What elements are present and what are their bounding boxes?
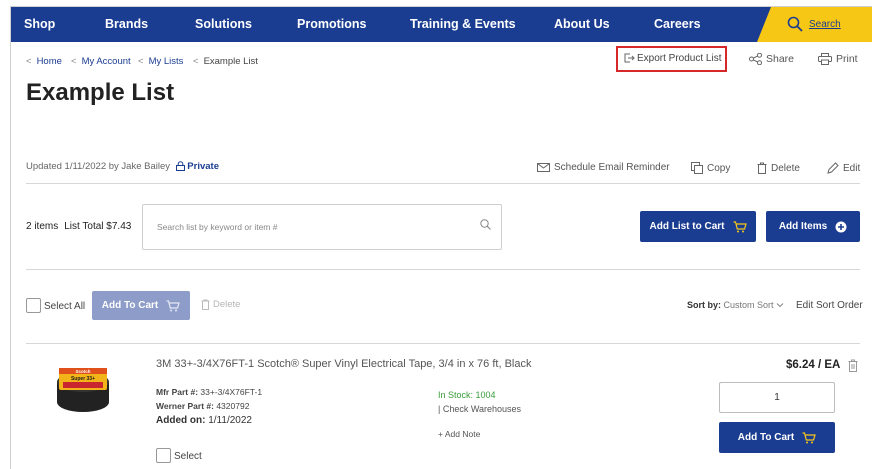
nav-careers[interactable]: Careers bbox=[654, 7, 701, 42]
plus-circle-icon bbox=[835, 221, 847, 232]
delete-label: Delete bbox=[771, 162, 800, 174]
items-count: 2 items bbox=[26, 221, 59, 232]
trash-icon bbox=[201, 299, 210, 310]
print-icon bbox=[818, 53, 832, 65]
share-label: Share bbox=[766, 53, 795, 65]
print-label: Print bbox=[836, 53, 858, 65]
product-image-brand: Scotch bbox=[75, 369, 90, 374]
print-button[interactable]: Print bbox=[818, 53, 858, 65]
mfr-part-label: Mfr Part #: bbox=[156, 387, 199, 397]
stock-status: In Stock: 1004 bbox=[438, 390, 496, 400]
added-on-date: Added on: 1/11/2022 bbox=[156, 415, 252, 426]
copy-button[interactable]: Copy bbox=[691, 162, 730, 174]
add-items-label: Add Items bbox=[778, 221, 828, 232]
share-button[interactable]: Share bbox=[749, 53, 794, 65]
werner-part-number: Werner Part #: 4320792 bbox=[156, 401, 249, 411]
privacy-label: Private bbox=[187, 161, 219, 172]
delete-selected-label: Delete bbox=[213, 299, 241, 310]
search-label: Search bbox=[809, 19, 841, 30]
select-all-label: Select All bbox=[44, 301, 86, 312]
search-icon bbox=[787, 16, 803, 32]
page-frame: Shop Brands Solutions Promotions Trainin… bbox=[10, 6, 872, 469]
search-icon[interactable] bbox=[480, 219, 491, 230]
nav-promotions[interactable]: Promotions bbox=[297, 7, 366, 42]
add-to-cart-bulk-button[interactable]: Add To Cart bbox=[92, 291, 190, 320]
werner-part-value: 4320792 bbox=[216, 401, 250, 411]
nav-training-events[interactable]: Training & Events bbox=[410, 7, 516, 42]
list-updated-info: Updated 1/11/2022 by Jake Bailey Private bbox=[26, 161, 219, 172]
edit-list-button[interactable]: Edit bbox=[827, 162, 860, 174]
list-search-box bbox=[142, 204, 502, 250]
nav-about-us[interactable]: About Us bbox=[554, 7, 610, 42]
quantity-input[interactable] bbox=[719, 382, 835, 413]
list-search-input[interactable] bbox=[143, 205, 463, 249]
top-navigation: Shop Brands Solutions Promotions Trainin… bbox=[11, 7, 872, 42]
trash-icon bbox=[757, 162, 767, 174]
nav-shop[interactable]: Shop bbox=[24, 7, 55, 42]
check-warehouses-link[interactable]: | Check Warehouses bbox=[438, 404, 521, 414]
export-product-list-button[interactable]: Export Product List bbox=[616, 46, 727, 72]
mfr-part-value: 33+-3/4X76FT-1 bbox=[200, 387, 263, 397]
divider bbox=[26, 343, 860, 344]
schedule-label: Schedule Email Reminder bbox=[554, 162, 670, 173]
divider bbox=[26, 183, 860, 184]
cart-icon bbox=[802, 431, 817, 443]
product-image-label: Super 33+ bbox=[71, 376, 95, 382]
select-item-checkbox[interactable] bbox=[156, 448, 171, 463]
select-item-label: Select bbox=[174, 451, 202, 462]
add-note-link[interactable]: + Add Note bbox=[438, 429, 480, 439]
search-button[interactable]: Search bbox=[757, 7, 872, 42]
list-summary: 2 items List Total $7.43 bbox=[26, 221, 131, 232]
schedule-email-reminder-button[interactable]: Schedule Email Reminder bbox=[537, 162, 670, 173]
delete-selected-button[interactable]: Delete bbox=[201, 299, 240, 310]
copy-label: Copy bbox=[707, 162, 731, 174]
added-on-value: 1/11/2022 bbox=[208, 415, 252, 426]
sort-by-label: Sort by: bbox=[687, 300, 722, 310]
export-label: Export Product List bbox=[637, 53, 722, 64]
edit-label: Edit bbox=[843, 162, 861, 174]
cart-icon bbox=[733, 220, 747, 232]
breadcrumb-my-lists[interactable]: < My Lists bbox=[138, 56, 183, 67]
werner-part-label: Werner Part #: bbox=[156, 401, 214, 411]
page-title: Example List bbox=[26, 79, 175, 106]
chevron-down-icon bbox=[776, 303, 784, 308]
export-icon bbox=[624, 53, 635, 63]
add-list-to-cart-label: Add List to Cart bbox=[649, 221, 725, 232]
product-name-link[interactable]: 3M 33+-3/4X76FT-1 Scotch® Super Vinyl El… bbox=[156, 358, 531, 370]
add-to-cart-bulk-label: Add To Cart bbox=[101, 300, 159, 311]
list-total: List Total $7.43 bbox=[64, 221, 132, 232]
product-price: $6.24 / EA bbox=[786, 359, 841, 371]
updated-text: Updated 1/11/2022 by Jake Bailey bbox=[26, 161, 171, 172]
add-list-to-cart-button[interactable]: Add List to Cart bbox=[640, 211, 756, 242]
cart-icon bbox=[166, 299, 181, 311]
breadcrumb-current: < Example List bbox=[193, 56, 258, 67]
select-all-checkbox[interactable] bbox=[26, 298, 41, 313]
breadcrumb-my-account[interactable]: < My Account bbox=[71, 56, 131, 67]
nav-brands[interactable]: Brands bbox=[105, 7, 148, 42]
product-image[interactable]: Scotch Super 33+ bbox=[53, 360, 113, 415]
add-to-cart-button[interactable]: Add To Cart bbox=[719, 422, 835, 453]
mfr-part-number: Mfr Part #: 33+-3/4X76FT-1 bbox=[156, 387, 262, 397]
sort-by-dropdown[interactable]: Sort by: Custom Sort bbox=[687, 300, 784, 310]
lock-icon bbox=[175, 161, 185, 172]
pencil-icon bbox=[827, 162, 839, 174]
add-items-button[interactable]: Add Items bbox=[766, 211, 860, 242]
add-to-cart-label: Add To Cart bbox=[737, 432, 795, 443]
copy-icon bbox=[691, 162, 703, 174]
trash-icon[interactable] bbox=[848, 359, 858, 372]
share-icon bbox=[749, 53, 762, 65]
nav-solutions[interactable]: Solutions bbox=[195, 7, 252, 42]
sort-by-value: Custom Sort bbox=[723, 300, 774, 310]
breadcrumb-home[interactable]: < Home bbox=[26, 56, 62, 67]
divider bbox=[26, 269, 860, 270]
privacy-toggle[interactable]: Private bbox=[175, 161, 219, 172]
delete-list-button[interactable]: Delete bbox=[757, 162, 800, 174]
edit-sort-order-link[interactable]: Edit Sort Order bbox=[796, 300, 863, 311]
envelope-icon bbox=[537, 163, 550, 172]
added-on-label: Added on: bbox=[156, 415, 206, 426]
